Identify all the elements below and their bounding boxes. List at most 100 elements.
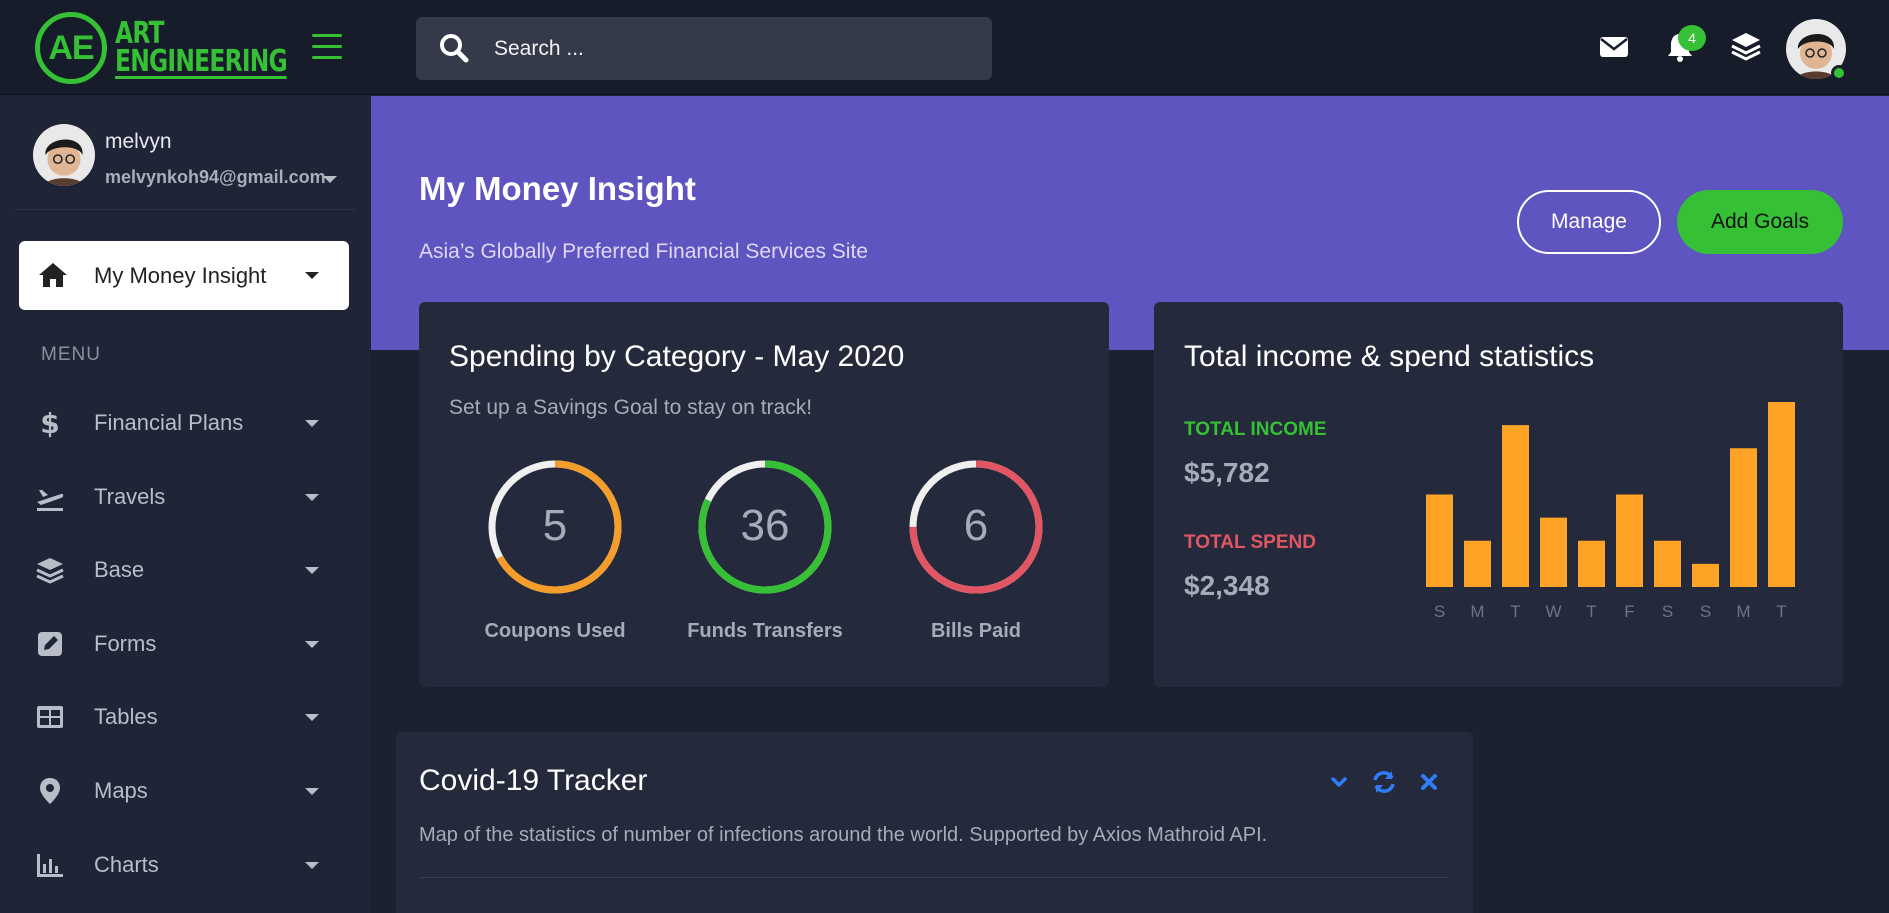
bar-label-5: F — [1624, 602, 1634, 621]
chevron-down-icon — [305, 862, 319, 869]
sidebar-item-my-money-insight[interactable]: My Money Insight — [19, 241, 349, 310]
plane-icon — [37, 490, 64, 511]
sidebar-item-maps[interactable]: Maps — [19, 760, 349, 820]
bar-label-0: S — [1434, 602, 1445, 621]
logo-mark: AE — [35, 12, 107, 84]
logo-word-engineering: ENGINEERING — [115, 44, 288, 79]
page-subtitle: Asia’s Globally Preferred Financial Serv… — [419, 240, 868, 263]
profile-name: melvyn — [105, 130, 172, 153]
bar-1 — [1464, 540, 1491, 587]
income-card: Total income & spend statistics TOTAL IN… — [1154, 302, 1843, 687]
transfers-label: Funds Transfers — [687, 620, 843, 642]
covid-card-subtitle: Map of the statistics of number of infec… — [419, 824, 1268, 846]
income-card-title: Total income & spend statistics — [1184, 340, 1595, 373]
close-icon[interactable] — [1415, 768, 1443, 796]
bar-5 — [1616, 494, 1643, 587]
profile-email: melvynkoh94@gmail.com — [105, 167, 326, 187]
brand-logo[interactable]: AE ART ENGINEERING — [35, 10, 288, 85]
bar-label-9: T — [1776, 602, 1786, 621]
chevron-down-icon — [323, 176, 337, 183]
bills-label: Bills Paid — [930, 620, 1022, 642]
sidebar-item-label: Travels — [94, 484, 166, 509]
chevron-down-icon — [305, 272, 319, 279]
home-icon — [39, 263, 67, 287]
bar-4 — [1578, 540, 1605, 587]
bar-label-1: M — [1470, 602, 1484, 621]
coupons-count: 5 — [542, 501, 568, 550]
transfers-count: 36 — [740, 501, 790, 550]
covid-card-title: Covid-19 Tracker — [419, 764, 648, 797]
weekly-bar-chart: SMTWTFSSMT — [1426, 402, 1795, 621]
transfers-donut: 36 — [695, 457, 835, 597]
refresh-icon[interactable] — [1370, 768, 1398, 796]
total-spend-value: $2,348 — [1184, 570, 1270, 601]
bar-9 — [1768, 402, 1795, 587]
collapse-chevron-icon[interactable] — [1325, 768, 1353, 796]
chevron-down-icon — [305, 714, 319, 721]
add-goals-button[interactable]: Add Goals — [1677, 190, 1843, 254]
bar-0 — [1426, 494, 1453, 587]
total-income-label: TOTAL INCOME — [1184, 419, 1327, 440]
coupons-label: Coupons Used — [484, 620, 626, 642]
sidebar-item-label: Tables — [94, 704, 158, 729]
bar-3 — [1540, 517, 1567, 587]
bar-label-2: T — [1510, 602, 1520, 621]
total-spend-label: TOTAL SPEND — [1184, 532, 1316, 553]
bills-donut: 6 — [906, 457, 1046, 597]
chevron-down-icon — [305, 494, 319, 501]
svg-text:$: $ — [40, 408, 59, 438]
profile-avatar — [33, 124, 95, 186]
spending-card-title: Spending by Category - May 2020 — [449, 340, 905, 373]
sidebar-item-forms[interactable]: Forms — [19, 613, 349, 673]
bills-count: 6 — [963, 501, 989, 550]
total-income-value: $5,782 — [1184, 457, 1270, 488]
coupons-donut: 5 — [485, 457, 625, 597]
sidebar-item-base[interactable]: Base — [19, 539, 349, 599]
dollar-icon: $ — [40, 408, 59, 438]
bar-label-4: T — [1586, 602, 1596, 621]
chevron-down-icon — [305, 420, 319, 427]
top-bar: AE ART ENGINEERING 4 — [0, 0, 1889, 95]
chevron-down-icon — [305, 567, 319, 574]
table-icon — [37, 706, 63, 728]
search-input[interactable] — [494, 17, 974, 80]
bar-label-8: M — [1736, 602, 1750, 621]
hamburger-menu-icon[interactable] — [312, 34, 342, 60]
online-status-dot — [1831, 65, 1847, 81]
sidebar: melvyn melvynkoh94@gmail.com My Money In… — [0, 96, 370, 913]
search-bar[interactable] — [416, 17, 992, 80]
sidebar-item-label: Base — [94, 557, 145, 582]
layers-icon[interactable] — [1729, 30, 1763, 64]
manage-button[interactable]: Manage — [1517, 190, 1661, 254]
chevron-down-icon — [305, 641, 319, 648]
bar-chart-icon — [37, 854, 63, 877]
bar-6 — [1654, 540, 1681, 587]
sidebar-item-financial-plans[interactable]: $ Financial Plans — [19, 392, 349, 452]
edit-icon — [38, 632, 62, 656]
covid-tracker-card: Covid-19 Tracker Map of the statistics o… — [396, 732, 1473, 913]
sidebar-item-label: Financial Plans — [94, 410, 244, 435]
sidebar-item-charts[interactable]: Charts — [19, 834, 349, 894]
notification-count-badge: 4 — [1678, 25, 1706, 51]
sidebar-item-label: Forms — [94, 631, 157, 656]
layers-icon — [36, 558, 64, 584]
chevron-down-icon — [305, 788, 319, 795]
sidebar-item-label: My Money Insight — [94, 263, 267, 288]
mail-icon[interactable] — [1597, 30, 1631, 64]
bar-label-7: S — [1700, 602, 1711, 621]
menu-heading: MENU — [41, 344, 101, 365]
map-pin-icon — [40, 778, 60, 804]
sidebar-item-label: Maps — [94, 778, 148, 803]
sidebar-item-label: Charts — [94, 852, 159, 877]
bar-label-3: W — [1545, 602, 1561, 621]
sidebar-item-travels[interactable]: Travels — [19, 466, 349, 526]
divider — [419, 877, 1449, 878]
spending-card-subtitle: Set up a Savings Goal to stay on track! — [449, 396, 813, 419]
sidebar-profile[interactable]: melvyn melvynkoh94@gmail.com — [33, 124, 343, 204]
search-icon — [440, 34, 469, 63]
spending-card: Spending by Category - May 2020 Set up a… — [419, 302, 1109, 687]
bar-label-6: S — [1662, 602, 1673, 621]
sidebar-item-tables[interactable]: Tables — [19, 686, 349, 746]
bar-7 — [1692, 563, 1719, 587]
bar-8 — [1730, 448, 1757, 587]
